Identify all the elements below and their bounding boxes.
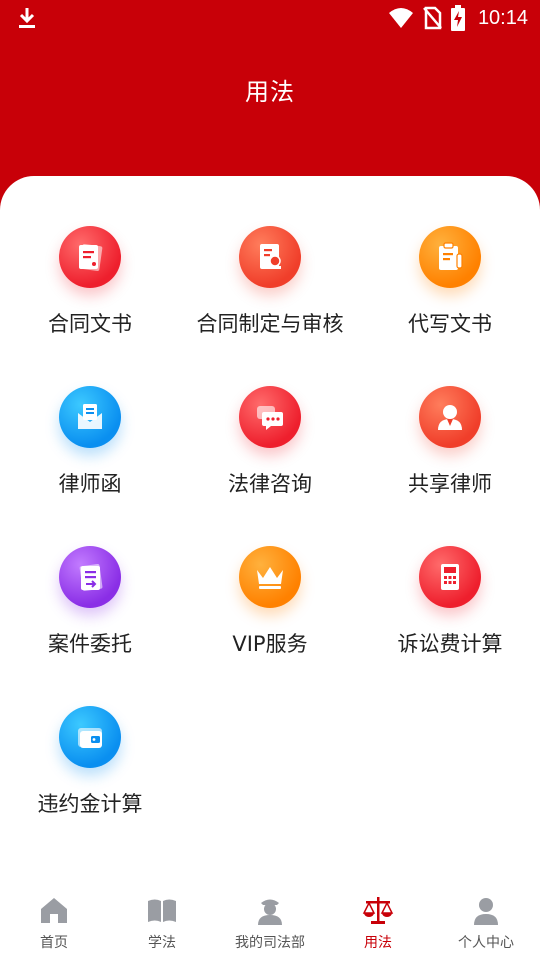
home-icon — [41, 898, 67, 923]
service-label: 合同制定与审核 — [196, 312, 344, 336]
clipboard-pen-icon — [439, 242, 463, 270]
service-label: 代写文书 — [408, 312, 492, 336]
bottom-tab-bar: 首页 学法 我的司法部 用法 个人中心 — [0, 880, 540, 960]
services-card: 合同文书 合同制定与审核 代写文书 律师函 法律咨询 共享律师 案件委托 VIP… — [0, 176, 540, 960]
service-shared-lawyer[interactable]: 共享律师 — [360, 380, 540, 540]
service-penalty-calc[interactable]: 违约金计算 — [0, 700, 180, 860]
service-label: 诉讼费计算 — [397, 632, 503, 656]
tab-label: 个人中心 — [458, 935, 514, 951]
service-label: 合同文书 — [48, 312, 132, 336]
letter-icon — [78, 404, 102, 429]
service-label: 律师函 — [58, 472, 122, 496]
tab-use-law[interactable]: 用法 — [324, 880, 432, 960]
document-icon — [79, 243, 103, 272]
service-contract-review[interactable]: 合同制定与审核 — [180, 220, 360, 380]
officer-icon — [258, 899, 282, 925]
battery-charging-icon — [450, 5, 465, 31]
service-label: 法律咨询 — [228, 472, 312, 496]
service-label: 违约金计算 — [37, 792, 143, 816]
tab-label: 用法 — [364, 935, 392, 951]
chat-icon — [257, 406, 283, 430]
calculator-icon — [441, 564, 459, 590]
scales-icon — [362, 897, 394, 924]
service-ghostwrite-docs[interactable]: 代写文书 — [360, 220, 540, 380]
tab-label: 学法 — [148, 935, 176, 951]
lawyer-icon — [438, 405, 462, 430]
services-grid: 合同文书 合同制定与审核 代写文书 律师函 法律咨询 共享律师 案件委托 VIP… — [0, 220, 540, 860]
page-title: 用法 — [245, 78, 295, 106]
status-bar: 10:14 — [0, 0, 540, 36]
crown-icon — [257, 567, 283, 589]
wallet-icon — [78, 728, 102, 748]
service-label: 案件委托 — [48, 632, 132, 656]
tab-my-justice-dept[interactable]: 我的司法部 — [216, 880, 324, 960]
service-legal-consult[interactable]: 法律咨询 — [180, 380, 360, 540]
case-entrust-icon — [79, 563, 103, 592]
service-vip[interactable]: VIP服务 — [180, 540, 360, 700]
service-contract-docs[interactable]: 合同文书 — [0, 220, 180, 380]
service-lawyer-letter[interactable]: 律师函 — [0, 380, 180, 540]
tab-home[interactable]: 首页 — [0, 880, 108, 960]
wifi-icon — [388, 8, 413, 28]
download-icon — [19, 8, 35, 28]
person-icon — [474, 898, 498, 925]
book-icon — [148, 899, 176, 922]
status-icons: 10:14 — [388, 4, 528, 32]
status-time: 10:14 — [477, 6, 528, 29]
service-litigation-fee[interactable]: 诉讼费计算 — [360, 540, 540, 700]
service-case-entrust[interactable]: 案件委托 — [0, 540, 180, 700]
no-sim-icon — [422, 6, 442, 30]
tab-label: 首页 — [40, 935, 68, 951]
service-label: VIP服务 — [232, 632, 308, 656]
contract-review-icon — [260, 244, 281, 269]
tab-personal-center[interactable]: 个人中心 — [432, 880, 540, 960]
tab-label: 我的司法部 — [235, 935, 305, 951]
tab-learn-law[interactable]: 学法 — [108, 880, 216, 960]
service-label: 共享律师 — [408, 472, 492, 496]
